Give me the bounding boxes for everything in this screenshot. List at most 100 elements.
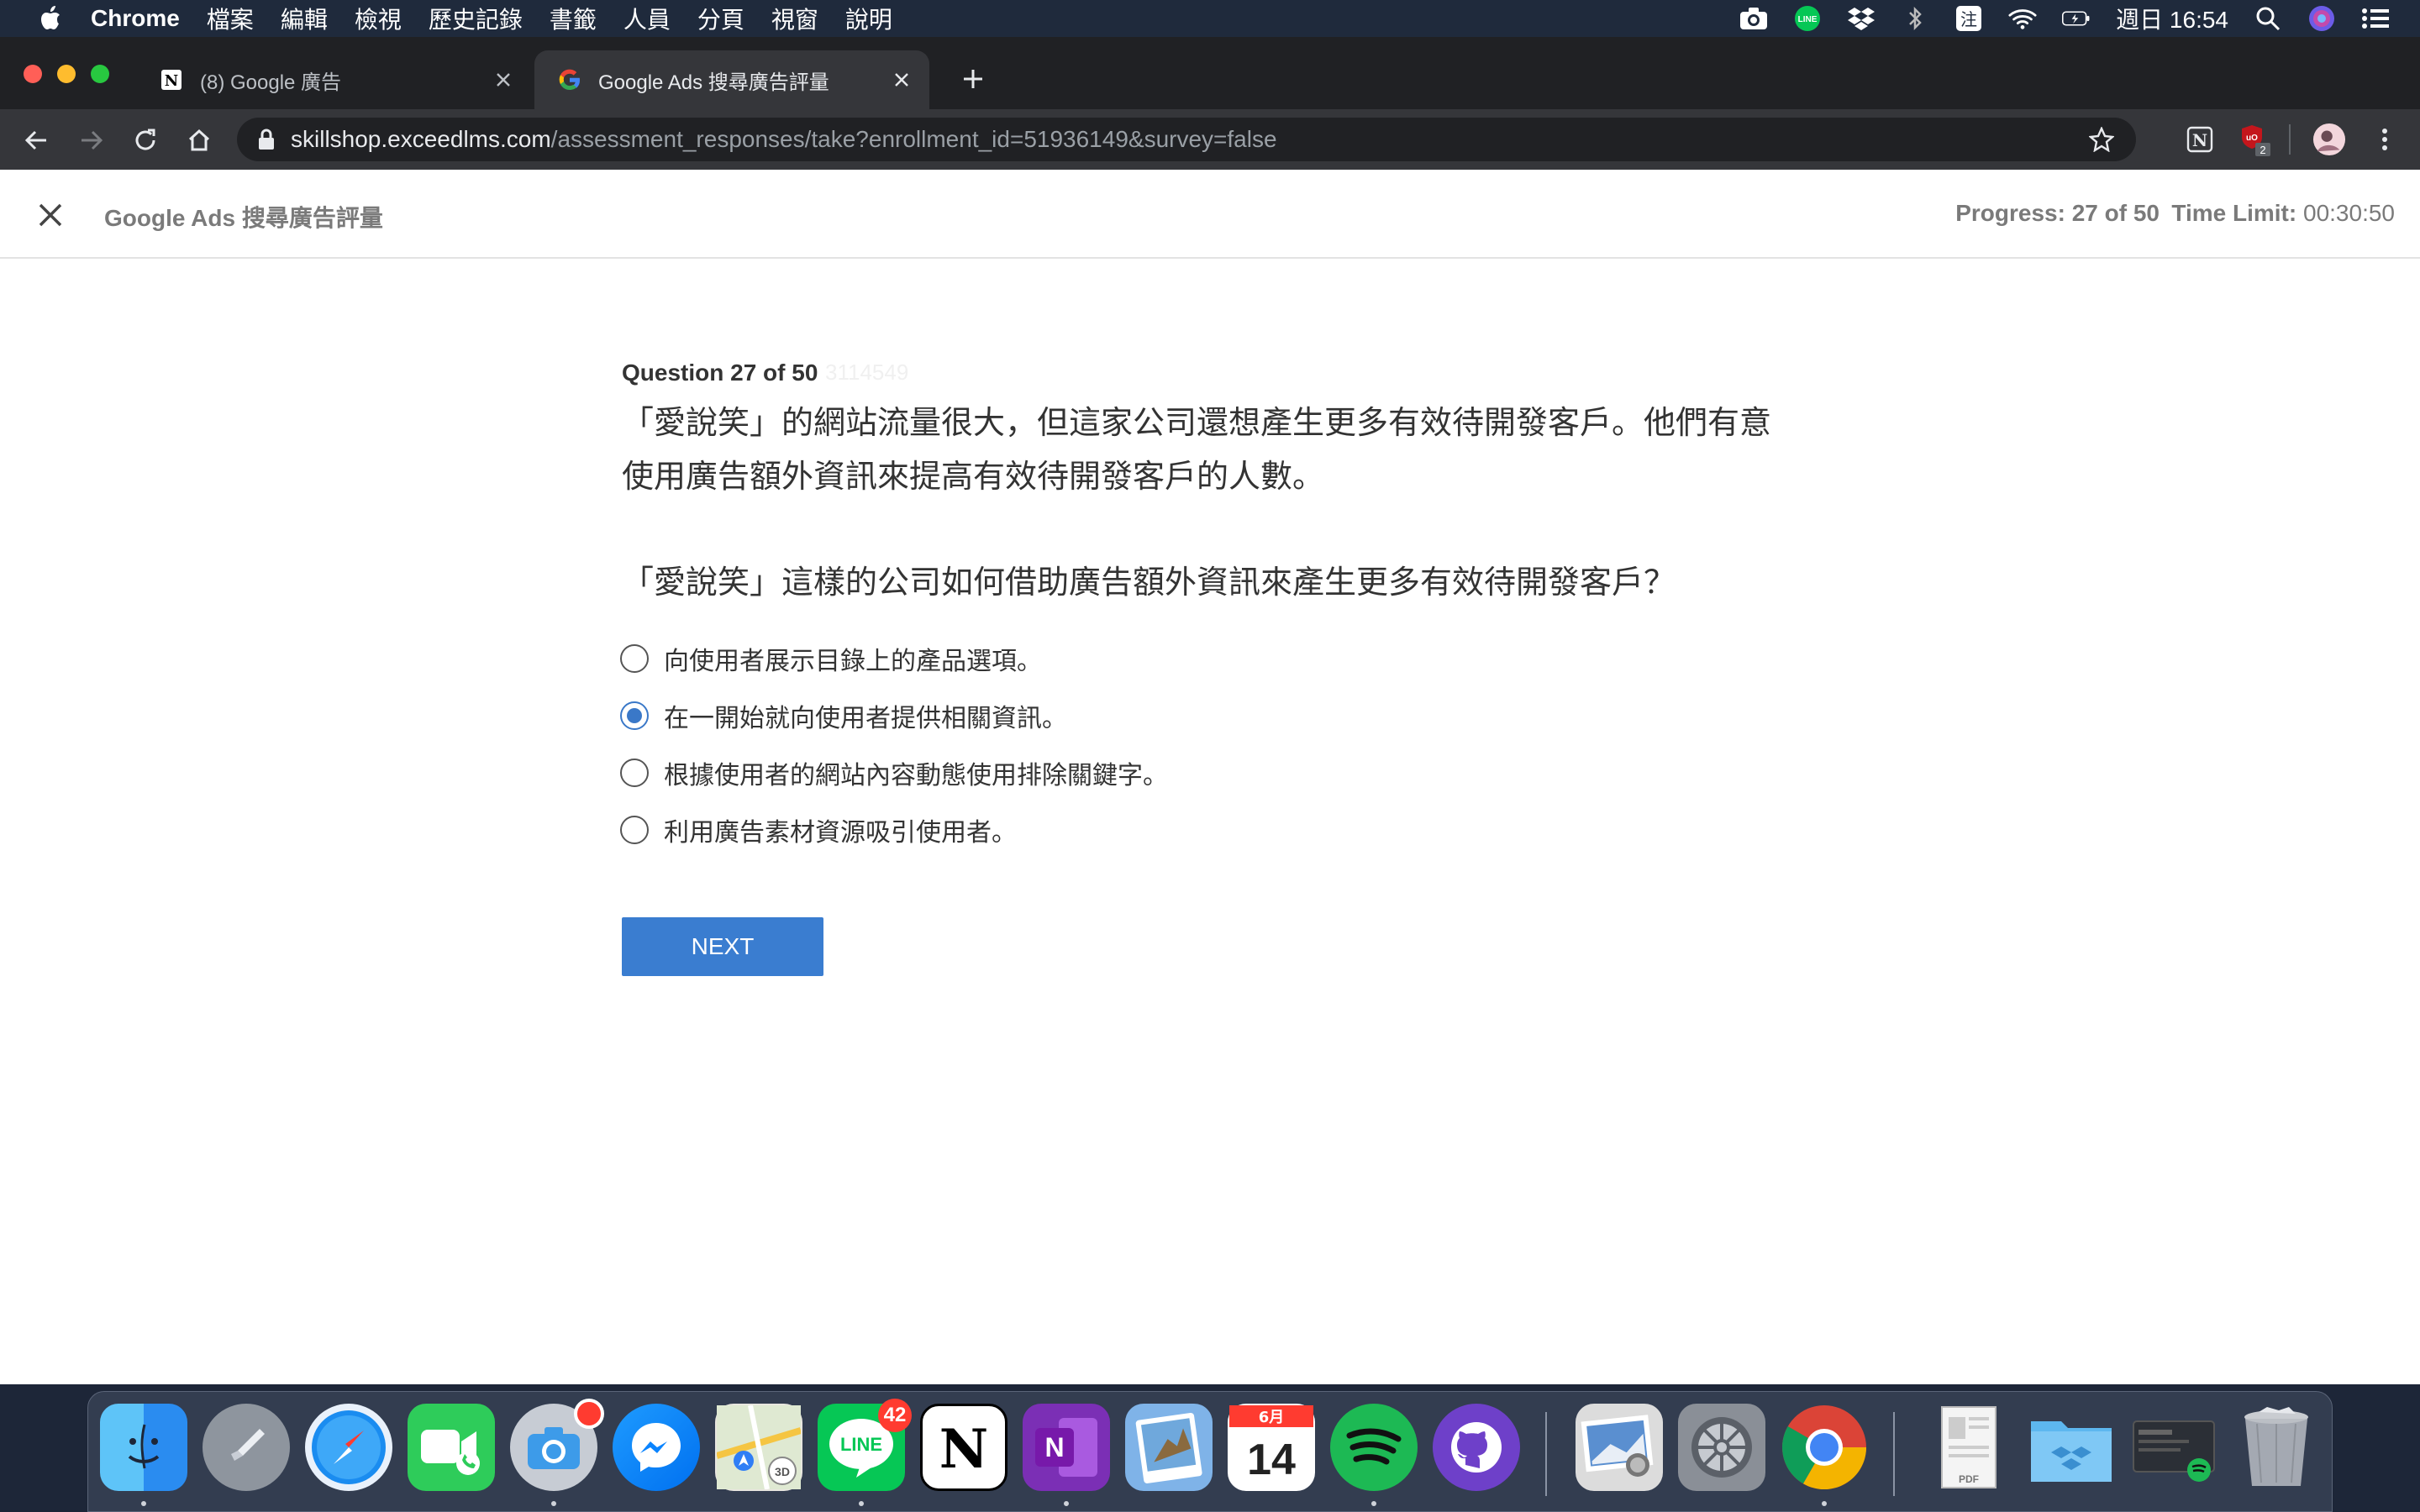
radio-button[interactable] <box>620 644 649 673</box>
radio-button-selected[interactable] <box>620 701 649 730</box>
next-button[interactable]: NEXT <box>622 917 823 976</box>
spotlight-icon[interactable] <box>2254 6 2282 31</box>
close-icon[interactable] <box>491 67 516 92</box>
dropbox-folder-icon[interactable] <box>2028 1404 2115 1491</box>
photos-icon[interactable] <box>1576 1404 1663 1491</box>
finder-icon[interactable] <box>100 1404 187 1491</box>
bookmark-star-icon[interactable] <box>2089 127 2114 152</box>
chrome-menu-icon[interactable] <box>2368 123 2402 156</box>
new-tab-button[interactable] <box>958 64 988 94</box>
svg-text:N: N <box>2192 130 2207 150</box>
camera-icon[interactable] <box>1739 6 1768 31</box>
lock-icon <box>259 129 274 150</box>
safari-icon[interactable] <box>305 1404 392 1491</box>
bluetooth-icon[interactable] <box>1901 6 1929 31</box>
messenger-icon[interactable] <box>613 1404 700 1491</box>
notion-icon[interactable]: N <box>920 1404 1007 1491</box>
maps-icon[interactable]: 3D <box>715 1404 802 1491</box>
preview-icon[interactable] <box>1125 1404 1213 1491</box>
control-center-icon[interactable] <box>2361 6 2390 31</box>
facetime-icon[interactable] <box>408 1404 495 1491</box>
course-title: Google Ads 搜尋廣告評量 <box>104 205 383 231</box>
wifi-icon[interactable] <box>2008 6 2037 31</box>
time-limit-value: 00:30:50 <box>2303 200 2395 226</box>
menu-help[interactable]: 說明 <box>845 2 892 35</box>
window-minimize-button[interactable] <box>57 65 76 83</box>
screenshot-icon[interactable] <box>510 1399 604 1491</box>
back-button[interactable] <box>20 124 52 156</box>
answer-option-1[interactable]: 向使用者展示目錄上的產品選項。 <box>620 638 1042 679</box>
menu-history[interactable]: 歷史記錄 <box>429 2 523 35</box>
reload-button[interactable] <box>129 124 161 156</box>
window-close-button[interactable] <box>24 65 42 83</box>
menu-view[interactable]: 檢視 <box>355 2 402 35</box>
radio-button[interactable] <box>620 759 649 787</box>
time-limit-label: Time Limit: <box>2171 200 2297 226</box>
menu-tab[interactable]: 分頁 <box>697 2 744 35</box>
close-assessment-icon[interactable] <box>34 198 67 232</box>
system-preferences-icon[interactable] <box>1678 1404 1765 1491</box>
answer-option-label: 在一開始就向使用者提供相關資訊。 <box>664 705 1067 732</box>
dock-separator <box>1545 1412 1547 1496</box>
forward-button[interactable] <box>76 124 108 156</box>
menu-window[interactable]: 視窗 <box>771 2 818 35</box>
close-icon[interactable] <box>889 67 914 92</box>
profile-avatar[interactable] <box>2312 123 2346 156</box>
answer-option-4[interactable]: 利用廣告素材資源吸引使用者。 <box>620 810 1017 850</box>
line-icon[interactable]: LINE <box>1793 6 1822 31</box>
notion-icon: N <box>160 68 183 92</box>
url-path: /assessment_responses/take?enrollment_id… <box>550 126 1277 152</box>
calendar-icon[interactable]: 6月 14 <box>1228 1404 1315 1491</box>
tab-assessment[interactable]: Google Ads 搜尋廣告評量 <box>534 50 929 109</box>
svg-text:LINE: LINE <box>1798 15 1818 24</box>
siri-icon[interactable] <box>2307 6 2336 31</box>
menu-app-name[interactable]: Chrome <box>91 5 180 32</box>
answer-option-label: 利用廣告素材資源吸引使用者。 <box>664 819 1017 847</box>
menu-people[interactable]: 人員 <box>623 2 671 35</box>
menu-file[interactable]: 檔案 <box>207 2 254 35</box>
svg-text:N: N <box>165 72 178 90</box>
spotify-icon[interactable] <box>1330 1404 1418 1491</box>
toolbar-divider <box>2289 124 2291 155</box>
radio-button[interactable] <box>620 816 649 844</box>
battery-icon[interactable] <box>2062 6 2091 31</box>
running-indicator <box>859 1501 864 1506</box>
trash-icon[interactable] <box>2233 1404 2320 1491</box>
svg-text:N: N <box>939 1418 989 1481</box>
tab-google-ads[interactable]: N (8) Google 廣告 <box>136 50 531 109</box>
calendar-month: 6月 <box>1259 1409 1285 1426</box>
menubar-clock[interactable]: 週日 16:54 <box>2116 2 2228 35</box>
answer-option-2[interactable]: 在一開始就向使用者提供相關資訊。 <box>620 696 1067 736</box>
tab-strip: N (8) Google 廣告 Google Ads 搜尋廣告評量 <box>0 37 2420 109</box>
browser-toolbar: skillshop.exceedlms.com/assessment_respo… <box>0 109 2420 170</box>
chrome-icon[interactable] <box>1781 1404 1868 1491</box>
assessment-page: Google Ads 搜尋廣告評量 Progress: 27 of 50 Tim… <box>0 170 2420 1384</box>
tab-title: (8) Google 廣告 <box>200 71 342 94</box>
menu-bookmarks[interactable]: 書籤 <box>550 2 597 35</box>
apple-menu-icon[interactable] <box>34 5 67 32</box>
question-text-line-1: 「愛說笑」的網站流量很大，但這家公司還想產生更多有效待開發客戶。他們有意 <box>622 406 1772 441</box>
svg-text:LINE: LINE <box>840 1434 882 1455</box>
github-desktop-icon[interactable] <box>1433 1404 1520 1491</box>
launchpad-icon[interactable] <box>203 1404 290 1491</box>
activity-window-icon[interactable] <box>2130 1404 2217 1491</box>
input-method-icon[interactable]: 注 <box>1954 6 1983 31</box>
window-zoom-button[interactable] <box>91 65 109 83</box>
menu-bar: Chrome 檔案 編輯 檢視 歷史記錄 書籤 人員 分頁 視窗 說明 LINE… <box>0 0 2420 37</box>
onenote-icon[interactable]: N <box>1023 1404 1110 1491</box>
answer-option-3[interactable]: 根據使用者的網站內容動態使用排除關鍵字。 <box>620 753 1168 793</box>
pdf-document-icon[interactable]: PDF <box>1925 1404 2012 1491</box>
running-indicator <box>551 1501 556 1506</box>
menu-edit[interactable]: 編輯 <box>281 2 328 35</box>
dropbox-icon[interactable] <box>1847 6 1876 31</box>
unread-badge: 42 <box>878 1399 912 1432</box>
question-text-line-2: 使用廣告額外資訊來提高有效待開發客戶的人數。 <box>622 459 1325 495</box>
line-icon[interactable]: LINE 42 <box>818 1399 912 1491</box>
running-indicator <box>1822 1501 1827 1506</box>
address-bar[interactable]: skillshop.exceedlms.com/assessment_respo… <box>237 118 2136 161</box>
ublock-origin-icon[interactable]: uO 2 <box>2238 123 2272 156</box>
extension-badge: 2 <box>2260 144 2265 156</box>
home-button[interactable] <box>183 124 215 156</box>
notion-extension-icon[interactable]: N <box>2183 123 2217 156</box>
time-limit: Time Limit: 00:30:50 <box>2171 200 2395 227</box>
